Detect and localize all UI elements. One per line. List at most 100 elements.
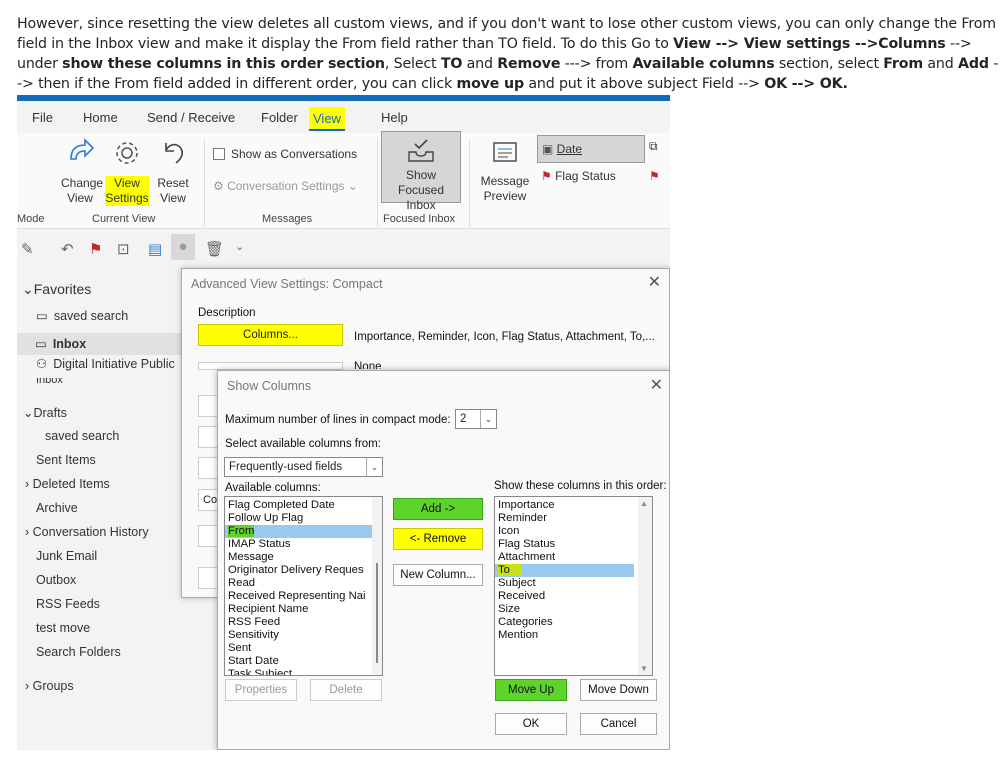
- select-from-dropdown[interactable]: Frequently-used fields ⌄: [224, 457, 383, 477]
- group-digital-initiative[interactable]: ⚇ Digital Initiative Public: [36, 356, 175, 371]
- scrollbar[interactable]: ▲ ▼: [638, 497, 652, 675]
- list-item[interactable]: Flag Status: [495, 538, 652, 551]
- tab-help[interactable]: Help: [381, 110, 408, 125]
- mark-icon[interactable]: ✎: [21, 240, 34, 258]
- categorize-icon[interactable]: ⊡: [117, 240, 130, 258]
- list-item[interactable]: Follow Up Flag: [225, 512, 382, 525]
- folder-conversation-history[interactable]: › Conversation History: [25, 525, 149, 539]
- list-item[interactable]: RSS Feed: [225, 616, 382, 629]
- folder-deleted-items[interactable]: › Deleted Items: [25, 477, 110, 491]
- folder-pane: ⌄Favorites ▭ saved search ▭ Inbox ⚇ Digital…: [17, 266, 187, 750]
- available-columns-list[interactable]: Flag Completed Date Follow Up Flag From …: [224, 496, 383, 676]
- view-settings-button[interactable]: View Settings: [105, 137, 149, 206]
- list-item[interactable]: Sent: [225, 642, 382, 655]
- more-arrange-icon[interactable]: ⧉: [649, 139, 658, 154]
- arrange-flag-status-button[interactable]: ⚑ Flag Status: [541, 169, 616, 184]
- ribbon: Change View View Settings Reset View Sho…: [17, 131, 670, 229]
- quick-access-toolbar: ✎ ↶ ⚑ ⊡ ▤ ● 🗑 ⌄: [17, 230, 670, 266]
- list-item[interactable]: Sensitivity: [225, 629, 382, 642]
- list-item-selected[interactable]: To: [495, 564, 634, 577]
- flag-icon-2[interactable]: ⚑: [649, 169, 660, 184]
- folder-search-folders[interactable]: Search Folders: [36, 645, 121, 659]
- undo-icon[interactable]: ↶: [61, 240, 74, 258]
- folder-saved-search-2[interactable]: saved search: [45, 429, 119, 443]
- favorites-header[interactable]: ⌄Favorites: [22, 281, 91, 298]
- list-item[interactable]: Reminder: [495, 512, 652, 525]
- folder-drafts[interactable]: ⌄Drafts: [23, 405, 67, 420]
- max-lines-label: Maximum number of lines in compact mode:: [225, 414, 451, 426]
- folder-saved-search[interactable]: ▭ saved search: [36, 308, 128, 323]
- change-view-icon: [70, 138, 95, 160]
- list-item[interactable]: Subject: [495, 577, 652, 590]
- scrollbar[interactable]: [372, 497, 382, 675]
- cancel-button[interactable]: Cancel: [580, 713, 657, 735]
- tab-folder[interactable]: Folder: [261, 110, 298, 125]
- list-item[interactable]: Categories: [495, 616, 652, 629]
- reset-view-button[interactable]: Reset View: [155, 137, 191, 206]
- show-focused-inbox-button[interactable]: Show Focused Inbox: [381, 131, 461, 212]
- folder-icon: ▭: [35, 337, 47, 351]
- list-item[interactable]: Received: [495, 590, 652, 603]
- list-item[interactable]: IMAP Status: [225, 538, 382, 551]
- list-item[interactable]: Start Date: [225, 655, 382, 668]
- list-item[interactable]: Recipient Name: [225, 603, 382, 616]
- delete-icon[interactable]: 🗑: [205, 240, 224, 258]
- folder-inbox[interactable]: ▭ Inbox: [17, 333, 187, 355]
- close-icon[interactable]: ✕: [648, 272, 661, 292]
- show-conversations-checkbox[interactable]: Show as Conversations: [213, 147, 357, 162]
- customize-icon[interactable]: ⌄: [235, 240, 244, 253]
- max-lines-select[interactable]: 2 ⌄: [455, 409, 497, 429]
- remove-button[interactable]: <- Remove: [393, 528, 483, 550]
- tab-file[interactable]: File: [32, 110, 53, 125]
- new-column-button[interactable]: New Column...: [393, 564, 483, 586]
- people-icon: ⚇: [36, 357, 48, 371]
- scroll-up-icon[interactable]: ▲: [640, 499, 648, 508]
- list-item[interactable]: Mention: [495, 629, 652, 642]
- chevron-right-icon: ›: [25, 525, 33, 539]
- circle-icon[interactable]: ●: [171, 234, 195, 260]
- list-item[interactable]: Attachment: [495, 551, 652, 564]
- delete-button[interactable]: Delete: [310, 679, 382, 701]
- tab-view[interactable]: View: [309, 107, 345, 131]
- close-icon[interactable]: ✕: [650, 375, 663, 395]
- list-item[interactable]: Originator Delivery Reques: [225, 564, 382, 577]
- columns-button[interactable]: Columns...: [198, 324, 343, 346]
- flag-icon[interactable]: ⚑: [89, 240, 102, 258]
- list-item[interactable]: Message: [225, 551, 382, 564]
- select-from-label: Select available columns from:: [225, 438, 381, 450]
- list-item[interactable]: Task Subject: [225, 668, 382, 675]
- folder-inbox-partial[interactable]: Inbox: [36, 378, 63, 386]
- list-item-selected[interactable]: From: [225, 525, 382, 538]
- scroll-down-icon[interactable]: ▼: [640, 664, 648, 673]
- columns-order-list[interactable]: Importance Reminder Icon Flag Status Att…: [494, 496, 653, 676]
- tab-home[interactable]: Home: [83, 110, 118, 125]
- folder-junk-email[interactable]: Junk Email: [36, 549, 97, 563]
- list-item[interactable]: Flag Completed Date: [225, 499, 382, 512]
- tab-send-receive[interactable]: Send / Receive: [147, 110, 235, 125]
- folder-archive[interactable]: Archive: [36, 501, 78, 515]
- change-view-button[interactable]: Change View: [61, 137, 103, 206]
- group-messages-label: Messages: [262, 213, 313, 225]
- arrange-date-button[interactable]: ▣ Date: [537, 135, 645, 163]
- message-preview-button[interactable]: Message Preview: [477, 137, 533, 204]
- folder-test-move[interactable]: test move: [36, 621, 90, 635]
- folder-outbox[interactable]: Outbox: [36, 573, 76, 587]
- add-button[interactable]: Add ->: [393, 498, 483, 520]
- folder-sent-items[interactable]: Sent Items: [36, 453, 96, 467]
- move-icon[interactable]: ▤: [148, 240, 162, 258]
- list-item[interactable]: Received Representing Nai: [225, 590, 382, 603]
- ok-button[interactable]: OK: [495, 713, 567, 735]
- message-preview-icon: [493, 142, 517, 162]
- move-up-button[interactable]: Move Up: [495, 679, 567, 701]
- groups-header[interactable]: › Groups: [25, 679, 74, 693]
- list-item[interactable]: Importance: [495, 499, 652, 512]
- group-by-button[interactable]: [198, 362, 343, 370]
- list-item[interactable]: Size: [495, 603, 652, 616]
- conversation-settings-button[interactable]: ⚙ Conversation Settings ⌄: [213, 179, 358, 194]
- move-down-button[interactable]: Move Down: [580, 679, 657, 701]
- list-item[interactable]: Read: [225, 577, 382, 590]
- list-item[interactable]: Icon: [495, 525, 652, 538]
- folder-rss-feeds[interactable]: RSS Feeds: [36, 597, 100, 611]
- group-mode-label: Mode: [17, 213, 45, 225]
- properties-button[interactable]: Properties: [225, 679, 297, 701]
